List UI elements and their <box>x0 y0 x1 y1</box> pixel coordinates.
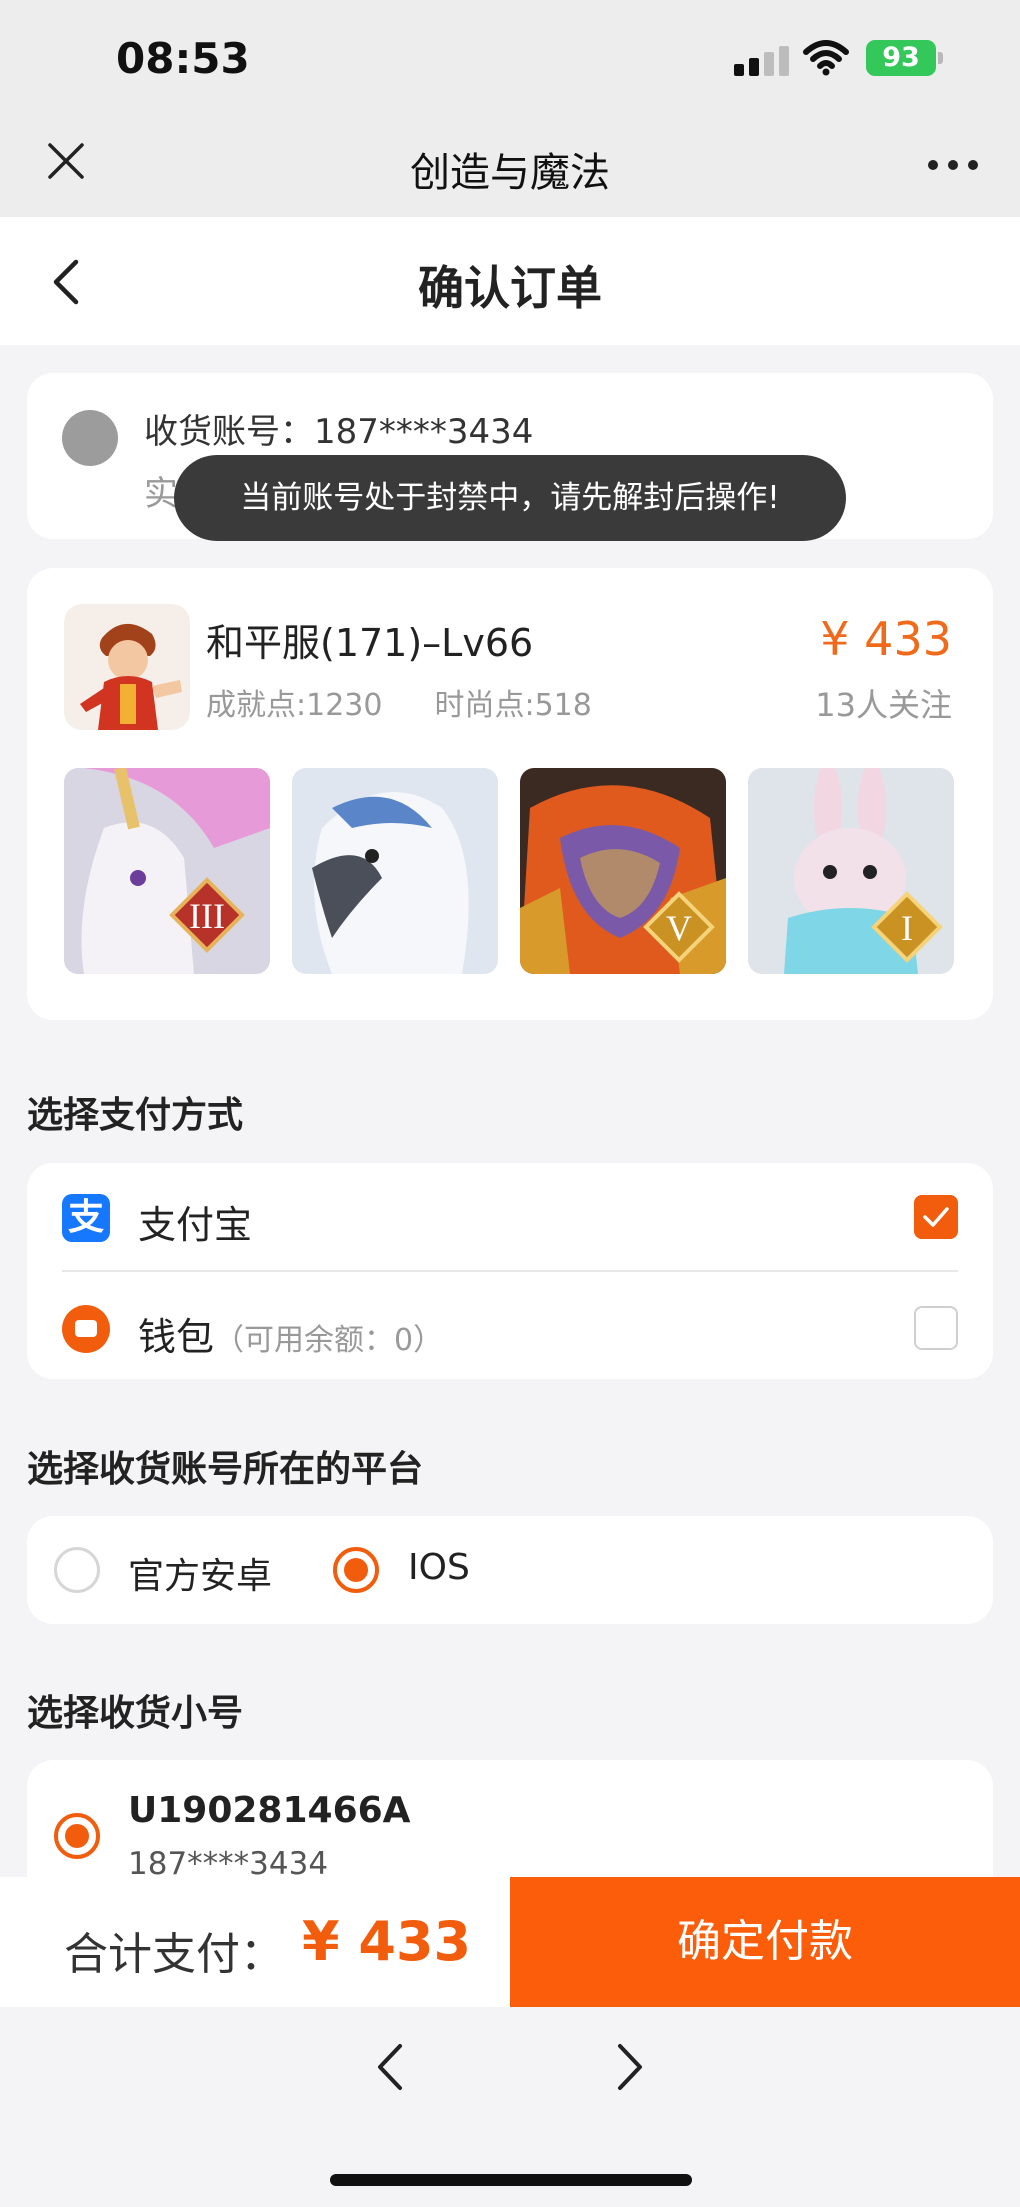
alipay-option-label[interactable]: 支付宝 <box>138 1194 252 1249</box>
fashion-points: 时尚点:518 <box>434 688 592 723</box>
wallet-icon <box>62 1305 110 1353</box>
platform-section-title: 选择收货账号所在的平台 <box>27 1449 424 1490</box>
product-name: 和平服(171)–Lv66 <box>206 621 534 665</box>
achievement-points: 成就点:1230 <box>206 688 383 723</box>
total-amount: ¥ 433 <box>302 1910 472 1973</box>
wallet-balance-note: （可用余额：0） <box>214 1323 444 1358</box>
divider <box>62 1270 958 1272</box>
app-title: 创造与魔法 <box>410 150 610 196</box>
tier-badge: III <box>189 896 225 936</box>
payment-section-title: 选择支付方式 <box>27 1095 244 1136</box>
wallet-checkbox[interactable] <box>914 1306 958 1350</box>
browser-forward-icon[interactable] <box>614 2042 646 2092</box>
sub-account-radio-selected[interactable] <box>54 1813 100 1859</box>
product-stats: 成就点:1230 时尚点:518 <box>206 680 592 724</box>
confirm-payment-button[interactable]: 确定付款 <box>510 1877 1020 2007</box>
account-avatar <box>62 410 118 466</box>
ios-option-label[interactable]: IOS <box>408 1547 470 1588</box>
cellular-signal-icon <box>734 46 789 76</box>
follower-count: 13人关注 <box>815 686 952 724</box>
rabbit-mount-thumbnail[interactable]: I <box>748 768 954 974</box>
character-avatar <box>64 604 190 730</box>
android-option-label[interactable]: 官方安卓 <box>128 1547 272 1599</box>
delivery-account-label: 收货账号：187****3434 <box>144 412 534 452</box>
home-indicator <box>330 2174 692 2186</box>
battery-icon: 93 <box>866 40 946 76</box>
wifi-icon <box>803 40 849 76</box>
browser-back-icon[interactable] <box>374 2042 406 2092</box>
tier-badge: V <box>666 908 692 948</box>
ios-radio-selected[interactable] <box>333 1547 379 1593</box>
more-options-icon[interactable] <box>928 160 978 172</box>
griffin-mount-thumbnail[interactable] <box>292 768 498 974</box>
alipay-icon: 支 <box>62 1194 110 1242</box>
sub-account-section-title: 选择收货小号 <box>27 1693 244 1734</box>
battery-level: 93 <box>866 40 936 76</box>
product-price: ¥ 433 <box>820 612 952 666</box>
tier-badge: I <box>901 908 913 948</box>
sub-account-id: U190281466A <box>128 1790 411 1831</box>
alipay-checkbox-checked[interactable] <box>914 1195 958 1239</box>
unicorn-mount-thumbnail[interactable]: III <box>64 768 270 974</box>
page-title: 确认订单 <box>418 261 602 315</box>
wallet-option-label[interactable]: 钱包（可用余额：0） <box>138 1306 443 1361</box>
android-radio[interactable] <box>54 1547 100 1593</box>
total-label: 合计支付： <box>64 1929 284 1980</box>
ban-warning-toast: 当前账号处于封禁中，请先解封后操作! <box>174 455 846 541</box>
lion-mount-thumbnail[interactable]: V <box>520 768 726 974</box>
status-time: 08:53 <box>116 34 250 83</box>
